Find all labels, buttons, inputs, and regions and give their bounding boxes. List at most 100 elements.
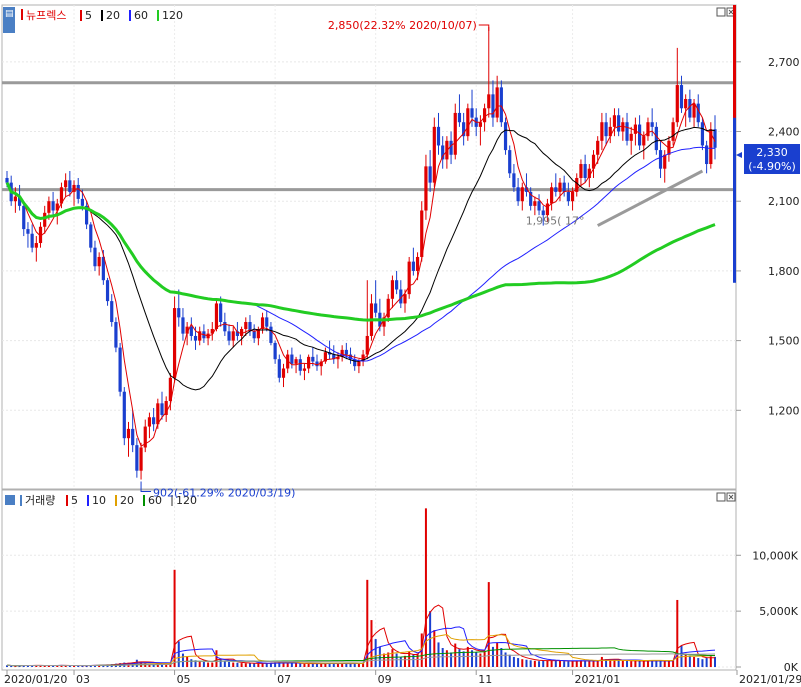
candle-body — [545, 203, 550, 216]
volume-legend-swatch — [115, 495, 117, 506]
candle-body — [22, 205, 26, 230]
volume-bar — [500, 648, 503, 667]
candle-body — [189, 326, 193, 336]
volume-bar — [223, 661, 226, 667]
candle-body — [537, 201, 541, 211]
price-panel-controls[interactable] — [716, 7, 736, 17]
volume-bar — [701, 659, 704, 667]
candle-body — [700, 122, 705, 146]
volume-bar — [198, 661, 201, 667]
volume-bar — [240, 663, 243, 667]
volume-ma10-line — [6, 626, 716, 667]
candle-body — [344, 349, 348, 355]
candle-body — [654, 126, 658, 151]
price-legend-swatch — [157, 10, 159, 21]
candle-body — [466, 108, 470, 137]
volume-bar — [475, 652, 478, 667]
ma5-line — [6, 101, 716, 447]
volume-bar — [575, 660, 578, 667]
min-price-annotation: 902(-61.29% 2020/03/19) — [153, 487, 295, 500]
candle-body — [436, 126, 441, 146]
volume-bar — [399, 656, 402, 667]
price-legend-label: 5 — [85, 9, 92, 22]
trough-annotation: 1,995( 17° — [526, 215, 585, 228]
volume-legend-label: 10 — [92, 494, 106, 507]
candle-body — [453, 112, 457, 155]
volume-bar — [248, 663, 251, 667]
candle-body — [554, 187, 558, 192]
volume-bar — [714, 656, 716, 667]
volume-bar — [659, 660, 662, 667]
volume-bar — [630, 661, 633, 667]
candle-body — [43, 212, 47, 227]
candle-body — [411, 261, 415, 271]
volume-maximize-icon[interactable] — [716, 492, 726, 502]
trendline — [597, 169, 704, 227]
candle-body — [160, 403, 164, 415]
price-legend-label: 60 — [134, 9, 148, 22]
candle-body — [432, 126, 436, 183]
volume-legend-swatch — [143, 495, 145, 506]
candle-body — [47, 201, 51, 213]
candle-body — [64, 180, 68, 188]
volume-bar — [479, 653, 482, 667]
volume-bar — [496, 642, 499, 667]
date-tick-label: 07 — [277, 673, 291, 686]
volume-bar — [253, 663, 256, 667]
volume-bar — [600, 656, 603, 667]
price-axis-ticks: 2,700 2,400 2,100 1,800 1,500 1,200 — [736, 56, 800, 417]
volume-bar — [295, 663, 298, 667]
candle-body — [403, 294, 407, 304]
candle-body — [457, 112, 462, 123]
current-price-badge: 2,330 (-4.90%) — [736, 144, 800, 174]
price-tick-label: 1,500 — [768, 335, 800, 348]
candle-body — [147, 417, 152, 427]
candle-body — [487, 94, 491, 109]
price-tick-label: 2,100 — [768, 195, 800, 208]
price-legend-swatch — [129, 10, 131, 21]
candle-body — [495, 87, 499, 118]
price-legend-swatch — [101, 10, 103, 21]
volume-bar — [299, 663, 302, 667]
volume-bar — [458, 649, 461, 667]
volume-bar — [588, 661, 591, 667]
date-axis-ticks: 2020/01/20 03 05 07 09 11 2021/01 2021/01/29 — [4, 670, 801, 686]
volume-bar — [290, 663, 293, 667]
volume-menu-icon[interactable] — [5, 495, 15, 505]
volume-bar — [634, 660, 637, 667]
candle-body — [193, 335, 198, 341]
candle-body — [617, 115, 621, 132]
ma20-line — [6, 126, 716, 391]
volume-bar — [693, 656, 696, 667]
volume-bar — [558, 660, 561, 667]
volume-bar — [697, 658, 700, 667]
candle-body — [633, 124, 638, 134]
price-tick-label: 2,700 — [768, 56, 800, 69]
candle-body — [118, 347, 122, 392]
candle-body — [298, 359, 302, 371]
volume-bar — [416, 653, 419, 667]
candle-body — [93, 247, 97, 267]
date-tick-label: 2021/01 — [575, 673, 621, 686]
candle-body — [281, 368, 286, 378]
volume-bar — [445, 650, 448, 667]
candle-body — [499, 87, 503, 123]
volume-bar — [303, 663, 306, 667]
volume-bar — [177, 641, 180, 667]
candle-body — [302, 368, 307, 371]
volume-bar — [571, 661, 574, 667]
volume-bar — [592, 660, 595, 667]
volume-bar — [609, 660, 612, 667]
candle-body — [390, 280, 395, 299]
candle-body — [650, 122, 654, 127]
volume-bar — [433, 630, 436, 667]
volume-bar — [336, 663, 339, 667]
volume-bar — [286, 663, 289, 667]
candle-body — [156, 403, 160, 425]
volume-bar — [642, 661, 645, 667]
volume-panel-controls[interactable] — [716, 492, 736, 502]
candle-body — [80, 198, 85, 206]
maximize-icon[interactable] — [716, 7, 726, 17]
volume-bar — [215, 650, 218, 667]
volume-bar — [512, 656, 515, 667]
